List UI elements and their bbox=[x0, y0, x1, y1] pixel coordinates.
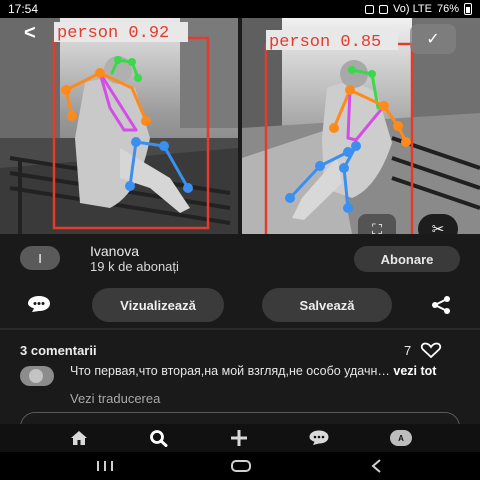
comment-body: Что первая,что вторая,на мой взгляд,не о… bbox=[70, 364, 390, 378]
scissors-button[interactable]: ✂ bbox=[418, 214, 458, 234]
notification-icon bbox=[365, 4, 375, 14]
messages-icon bbox=[309, 430, 329, 445]
follow-button[interactable]: Abonare bbox=[354, 246, 460, 272]
status-bar: 17:54 Vo) LTE 76% bbox=[0, 0, 480, 18]
detection-box-2 bbox=[264, 42, 414, 234]
system-nav bbox=[0, 452, 480, 480]
plus-icon bbox=[231, 430, 247, 446]
status-time: 17:54 bbox=[8, 2, 39, 16]
back-button[interactable]: < bbox=[24, 22, 36, 45]
likes-count: 7 bbox=[404, 342, 412, 358]
recent-apps-icon bbox=[97, 461, 113, 471]
comments-title: 3 comentarii bbox=[20, 343, 97, 358]
action-row: Vizualizează Salvează bbox=[0, 282, 480, 328]
battery-icon bbox=[464, 3, 472, 15]
crop-icon: ⛶ bbox=[372, 220, 382, 235]
battery-label: 76% bbox=[436, 3, 459, 15]
back-chevron-icon bbox=[371, 459, 381, 473]
author-name[interactable]: Ivanova bbox=[90, 243, 139, 259]
author-followers: 19 k de abonați bbox=[90, 259, 179, 274]
nav-profile[interactable]: A bbox=[384, 428, 418, 448]
network-label: Vo) LTE bbox=[393, 3, 432, 15]
visit-button[interactable]: Vizualizează bbox=[92, 288, 224, 322]
fab-button[interactable]: ✓ bbox=[410, 24, 456, 54]
speech-bubble-icon[interactable] bbox=[26, 294, 52, 314]
back-system-button[interactable] bbox=[364, 456, 390, 476]
status-indicators: Vo) LTE 76% bbox=[365, 3, 472, 15]
nav-search[interactable] bbox=[142, 428, 176, 448]
home-pill-icon bbox=[231, 460, 251, 472]
commenter-avatar[interactable] bbox=[20, 366, 54, 386]
see-more-link[interactable]: vezi tot bbox=[393, 364, 436, 378]
profile-icon: A bbox=[390, 430, 412, 446]
alarm-icon bbox=[379, 4, 389, 14]
search-icon bbox=[150, 430, 168, 447]
detection-label-2: person 0.85 bbox=[269, 33, 381, 52]
pose-keypoints-1 bbox=[61, 56, 193, 193]
chevron-left-icon: < bbox=[24, 22, 36, 44]
likes[interactable]: 7 bbox=[404, 342, 443, 358]
check-icon: ✓ bbox=[426, 31, 440, 48]
pin-image[interactable]: person 0.92 person 0.85 < ✓ ⛶ ✂ bbox=[0, 18, 480, 234]
heart-icon[interactable] bbox=[419, 342, 443, 358]
pose-skeleton-1 bbox=[64, 58, 190, 190]
nav-add[interactable] bbox=[222, 428, 256, 448]
scissors-icon: ✂ bbox=[431, 221, 445, 234]
author-avatar[interactable]: I bbox=[20, 246, 60, 270]
detection-label-1: person 0.92 bbox=[57, 24, 169, 43]
share-icon[interactable] bbox=[430, 295, 452, 315]
comments-section: 3 comentarii 7 Что первая,что вторая,на … bbox=[0, 330, 480, 442]
nav-messages[interactable] bbox=[302, 428, 336, 448]
bottom-nav: A bbox=[0, 424, 480, 452]
home-icon bbox=[71, 431, 87, 445]
crop-button[interactable]: ⛶ bbox=[358, 214, 396, 234]
save-button[interactable]: Salvează bbox=[262, 288, 392, 322]
author-row: I Ivanova 19 k de abonați Abonare bbox=[0, 234, 480, 282]
recent-apps-button[interactable] bbox=[92, 456, 118, 476]
detection-box-1 bbox=[52, 36, 210, 230]
nav-home[interactable] bbox=[62, 428, 96, 448]
comment-text: Что первая,что вторая,на мой взгляд,не о… bbox=[70, 364, 460, 378]
translate-link[interactable]: Vezi traducerea bbox=[70, 391, 160, 406]
home-system-button[interactable] bbox=[228, 456, 254, 476]
